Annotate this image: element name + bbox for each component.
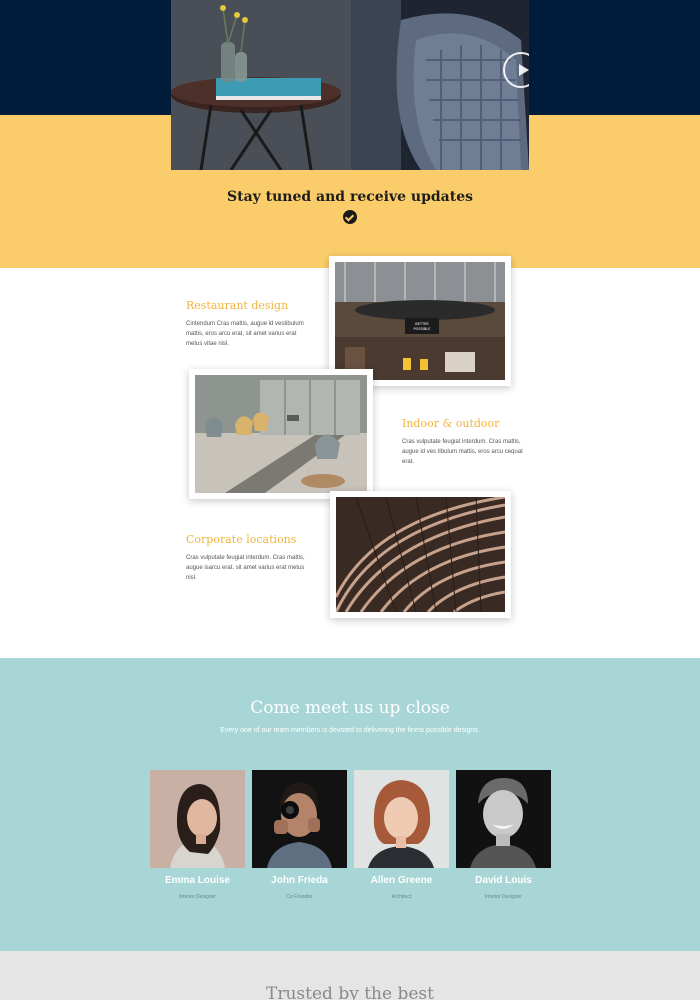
team-member-card[interactable]: Emma Louise Interior Designer [150,770,245,900]
member-photo [252,770,347,868]
hero-title: Stay tuned and receive updates [227,189,473,205]
check-circle-icon[interactable] [343,210,357,224]
member-photo [354,770,449,868]
team-member-card[interactable]: David Louis Interior Designer [456,770,551,900]
member-photo [150,770,245,868]
svg-text:POSSIBLE: POSSIBLE [414,327,431,331]
member-role: Architect [391,894,412,900]
team-section: Come meet us up close Every one of our t… [0,658,700,951]
team-subtitle: Every one of our team members is devoted… [220,727,480,734]
feature-title-restaurant: Restaurant design [186,299,289,312]
team-member-card[interactable]: John Frieda Co Founder [252,770,347,900]
member-name: David Louis [475,875,532,886]
member-role: Co Founder [286,894,313,900]
feature-title-indoor: Indoor & outdoor [402,417,500,430]
svg-text:BETTER: BETTER [415,322,429,326]
feature-text-indoor: Cras vulputate feugiat interdum. Cras ma… [402,439,523,465]
member-role: Interior Designer [485,894,522,900]
trusted-title: Trusted by the best [266,984,434,1000]
features-section: Restaurant design Cintendum Cras mattis,… [0,256,700,658]
feature-text-restaurant: Cintendum Cras mattis, augue id vestibul… [186,321,304,347]
photo-indoor [189,369,373,499]
photo-restaurant: BETTER POSSIBLE [329,256,511,386]
feature-text-corporate: Cras vulputate feugiat interdum. Cras ma… [186,555,305,581]
hero-section: Stay tuned and receive updates [0,0,700,268]
team-member-card[interactable]: Allen Greene Architect [354,770,449,900]
feature-title-corporate: Corporate locations [186,533,297,546]
member-name: John Frieda [271,875,328,886]
member-role: Interior Designer [179,894,216,900]
hero-video-thumbnail[interactable] [171,0,529,170]
photo-corporate [330,491,511,618]
team-title: Come meet us up close [250,698,450,718]
member-name: Allen Greene [370,875,433,886]
member-photo [456,770,551,868]
trusted-section: Trusted by the best [0,951,700,1000]
member-name: Emma Louise [164,875,231,886]
